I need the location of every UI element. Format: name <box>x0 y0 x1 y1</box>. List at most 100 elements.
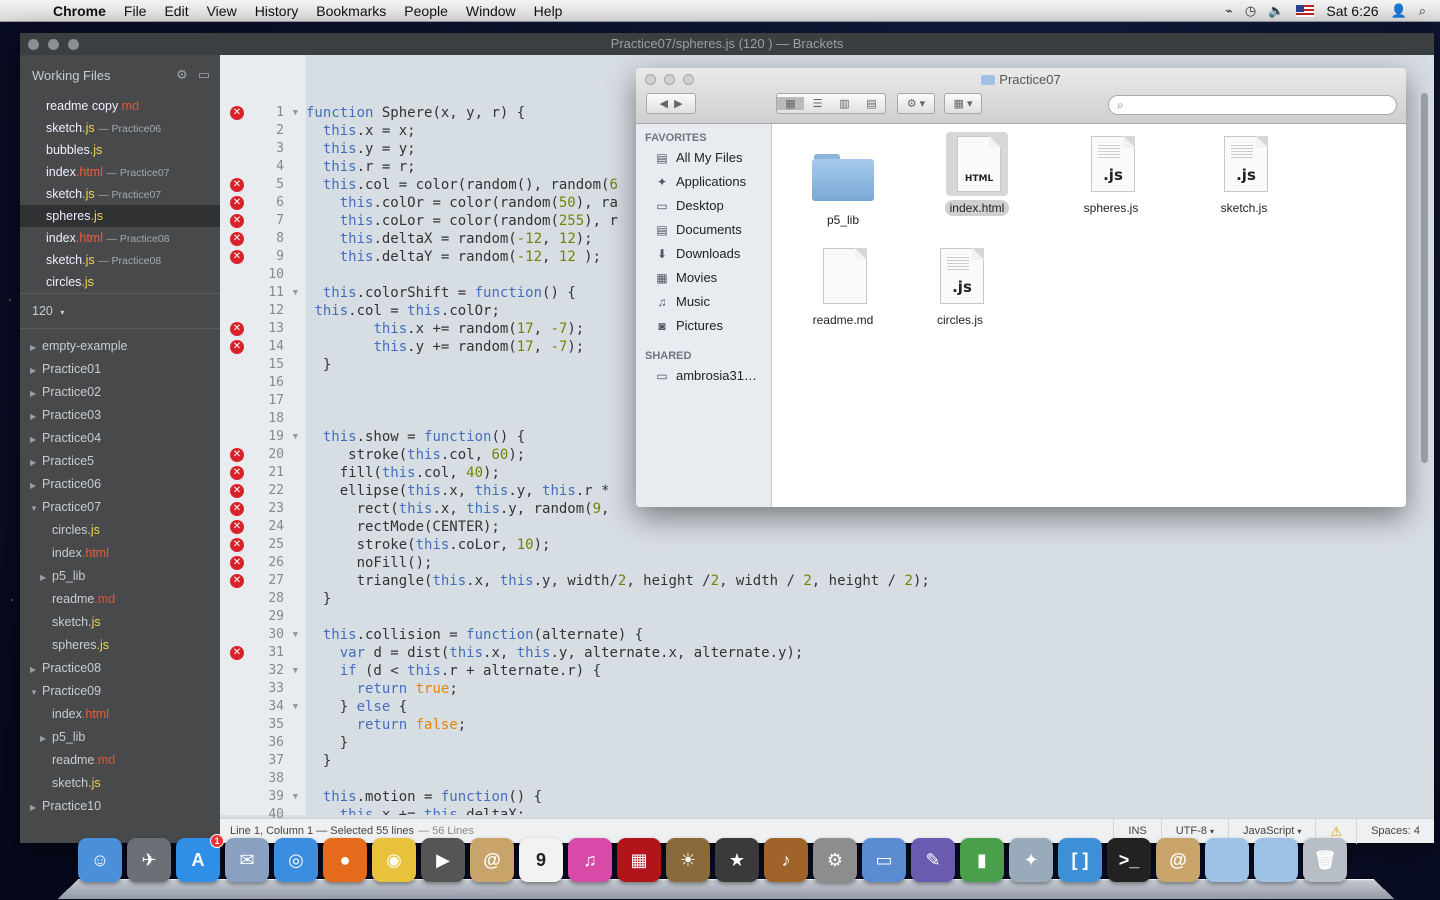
code-line[interactable]: noFill(); <box>306 554 1410 572</box>
working-file-item[interactable]: index.html — Practice07 <box>20 161 220 183</box>
menu-edit[interactable]: Edit <box>155 3 197 19</box>
window-titlebar[interactable]: Practice07/spheres.js (120 ) — Brackets <box>20 33 1434 55</box>
garageband-icon[interactable]: ♪ <box>764 838 808 882</box>
menu-app-name[interactable]: Chrome <box>44 3 115 19</box>
tree-folder[interactable]: ▶ Practice03 <box>20 404 220 427</box>
code-line[interactable]: rectMode(CENTER); <box>306 518 1410 536</box>
lint-error-icon[interactable]: ✕ <box>230 646 244 660</box>
fold-toggle-icon[interactable]: ▼ <box>293 626 298 644</box>
working-file-item[interactable]: readme copy md <box>20 95 220 117</box>
code-line[interactable] <box>306 770 1410 788</box>
finder-sidebar-item[interactable]: ▦ Movies <box>636 266 771 290</box>
code-line[interactable]: } else { <box>306 698 1410 716</box>
finder-toolbar[interactable]: Practice07 ◀ ▶ ▦ ☰ ▥ ▤ ⚙ ▾ ▦ ▾ ⌕ <box>636 68 1406 124</box>
tree-file[interactable]: readme.md <box>20 588 220 611</box>
code-line[interactable]: } <box>306 752 1410 770</box>
working-file-item[interactable]: sketch.js — Practice07 <box>20 183 220 205</box>
disclosure-closed-icon[interactable]: ▶ <box>40 566 52 589</box>
tree-folder[interactable]: ▶ Practice01 <box>20 358 220 381</box>
disclosure-closed-icon[interactable]: ▶ <box>30 796 42 819</box>
view-mode-switcher[interactable]: ▦ ☰ ▥ ▤ <box>776 93 886 114</box>
finder-search-input[interactable]: ⌕ <box>1108 95 1397 115</box>
disclosure-closed-icon[interactable]: ▶ <box>30 658 42 681</box>
calendar-icon[interactable]: 9 <box>519 838 563 882</box>
tree-file[interactable]: circles.js <box>20 519 220 542</box>
tree-folder[interactable]: ▶ empty-example <box>20 335 220 358</box>
fold-toggle-icon[interactable]: ▼ <box>293 662 298 680</box>
finder-sidebar-item[interactable]: ▭ ambrosia31… <box>636 364 771 388</box>
folder-a-icon[interactable] <box>1205 838 1249 882</box>
launchpad-icon[interactable]: ✈ <box>127 838 171 882</box>
lint-error-icon[interactable]: ✕ <box>230 178 244 192</box>
project-dropdown[interactable]: 120 ▾ <box>20 294 220 328</box>
code-line[interactable]: return false; <box>306 716 1410 734</box>
working-file-item[interactable]: sketch.js — Practice06 <box>20 117 220 139</box>
arrange-button[interactable]: ▦ ▾ <box>944 93 982 114</box>
disclosure-closed-icon[interactable]: ▶ <box>30 451 42 474</box>
working-file-item[interactable]: sketch.js — Practice08 <box>20 249 220 271</box>
lint-error-icon[interactable]: ✕ <box>230 106 244 120</box>
disclosure-closed-icon[interactable]: ▶ <box>30 474 42 497</box>
code-line[interactable] <box>306 608 1410 626</box>
editor-scrollbar[interactable] <box>1421 93 1428 463</box>
code-line[interactable]: stroke(this.coLor, 10); <box>306 536 1410 554</box>
spotlight-search-icon[interactable]: ⌕ <box>1419 3 1426 19</box>
tree-file[interactable]: readme.md <box>20 749 220 772</box>
lint-error-icon[interactable]: ✕ <box>230 574 244 588</box>
code-line[interactable]: this.x += this.deltaX; <box>306 806 1410 815</box>
finder-sidebar-item[interactable]: ✦ Applications <box>636 170 771 194</box>
code-line[interactable]: return true; <box>306 680 1410 698</box>
column-view-icon[interactable]: ▥ <box>831 97 858 110</box>
menu-window[interactable]: Window <box>457 3 525 19</box>
menu-people[interactable]: People <box>395 3 457 19</box>
lint-error-icon[interactable]: ✕ <box>230 502 244 516</box>
disclosure-closed-icon[interactable]: ▶ <box>30 428 42 451</box>
coverflow-view-icon[interactable]: ▤ <box>858 97 885 110</box>
code-line[interactable]: this.motion = function() { <box>306 788 1410 806</box>
close-window-button[interactable] <box>28 39 39 50</box>
safari-icon[interactable]: ◎ <box>274 838 318 882</box>
tree-folder[interactable]: ▶ p5_lib <box>20 726 220 749</box>
code-line[interactable]: var d = dist(this.x, this.y, alternate.x… <box>306 644 1410 662</box>
disclosure-closed-icon[interactable]: ▶ <box>40 727 52 750</box>
finder-sidebar-item[interactable]: ⬇ Downloads <box>636 242 771 266</box>
split-view-icon[interactable]: ▭ <box>198 67 210 83</box>
tree-folder[interactable]: ▶ Practice02 <box>20 381 220 404</box>
minimize-window-button[interactable] <box>48 39 59 50</box>
working-file-item[interactable]: spheres.js <box>20 205 220 227</box>
lint-error-icon[interactable]: ✕ <box>230 484 244 498</box>
tree-folder[interactable]: ▼ Practice09 <box>20 680 220 703</box>
tree-folder[interactable]: ▶ Practice04 <box>20 427 220 450</box>
working-files-gear-icon[interactable]: ⚙ <box>176 67 188 83</box>
working-file-item[interactable]: circles.js <box>20 271 220 293</box>
disclosure-closed-icon[interactable]: ▶ <box>30 405 42 428</box>
fold-toggle-icon[interactable]: ▼ <box>293 104 298 122</box>
fold-toggle-icon[interactable]: ▼ <box>293 788 298 806</box>
satellite-icon[interactable]: ✦ <box>1009 838 1053 882</box>
system-preferences-icon[interactable]: ⚙ <box>813 838 857 882</box>
menu-history[interactable]: History <box>246 3 308 19</box>
tree-folder[interactable]: ▶ p5_lib <box>20 565 220 588</box>
folder-b-icon[interactable] <box>1254 838 1298 882</box>
quill-icon[interactable]: ✎ <box>911 838 955 882</box>
code-line[interactable]: } <box>306 734 1410 752</box>
lint-error-icon[interactable]: ✕ <box>230 466 244 480</box>
lint-error-icon[interactable]: ✕ <box>230 538 244 552</box>
forward-arrow-icon[interactable]: ▶ <box>674 97 682 110</box>
back-arrow-icon[interactable]: ◀ <box>659 97 667 110</box>
tree-folder[interactable]: ▼ Practice07 <box>20 496 220 519</box>
tree-file[interactable]: spheres.js <box>20 634 220 657</box>
folder-item[interactable]: p5_lib <box>793 144 893 228</box>
contacts-icon[interactable]: @ <box>470 838 514 882</box>
lint-error-icon[interactable]: ✕ <box>230 214 244 228</box>
disclosure-closed-icon[interactable]: ▶ <box>30 336 42 359</box>
keynote-icon[interactable]: ▭ <box>862 838 906 882</box>
chrome-icon[interactable]: ◉ <box>372 838 416 882</box>
fold-toggle-icon[interactable]: ▼ <box>293 698 298 716</box>
fold-toggle-icon[interactable]: ▼ <box>293 284 298 302</box>
tree-folder[interactable]: ▶ Practice10 <box>20 795 220 818</box>
menu-help[interactable]: Help <box>525 3 572 19</box>
disclosure-open-icon[interactable]: ▼ <box>30 681 42 704</box>
lint-error-icon[interactable]: ✕ <box>230 250 244 264</box>
disclosure-closed-icon[interactable]: ▶ <box>30 359 42 382</box>
